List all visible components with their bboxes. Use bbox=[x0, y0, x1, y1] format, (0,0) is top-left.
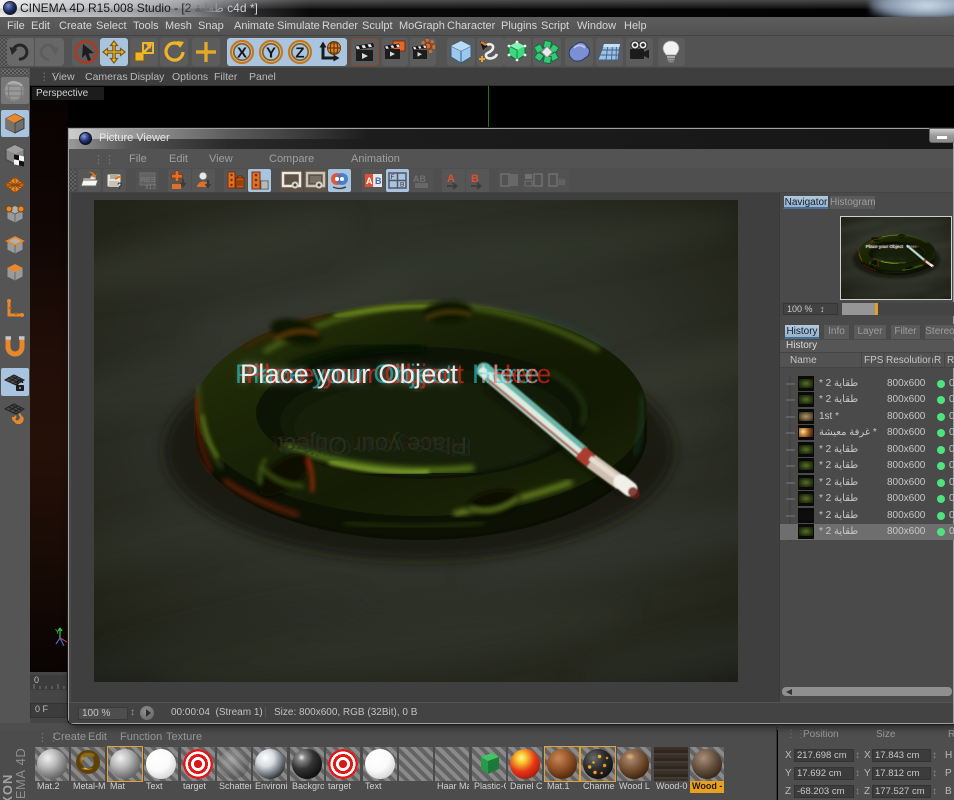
svg-text:x12: x12 bbox=[145, 184, 156, 191]
svg-text:B: B bbox=[400, 182, 404, 189]
svg-text:F: F bbox=[391, 174, 395, 181]
svg-text:▤: ▤ bbox=[558, 177, 566, 186]
svg-text:B: B bbox=[375, 176, 382, 186]
svg-text:AB: AB bbox=[413, 174, 426, 184]
svg-text:A: A bbox=[366, 176, 373, 186]
svg-text:Y: Y bbox=[266, 45, 276, 62]
svg-text:RES: RES bbox=[141, 177, 156, 184]
svg-text:X: X bbox=[237, 45, 247, 62]
svg-text:Z: Z bbox=[295, 45, 304, 62]
svg-text:Y: Y bbox=[55, 629, 60, 636]
svg-text:?: ? bbox=[117, 181, 123, 191]
